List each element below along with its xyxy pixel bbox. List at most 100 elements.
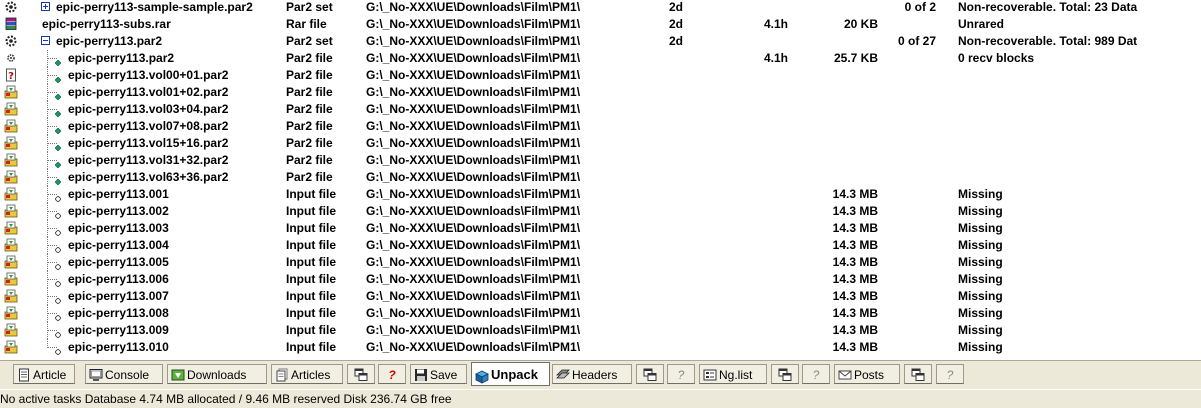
tab-headers[interactable]: Headers — [552, 364, 632, 384]
input-file-row[interactable]: epic-perry113.004 Input file G:\_No-XXX\UE… — [0, 237, 1201, 254]
file-size-cell: 14.3 MB — [832, 204, 878, 218]
tab-article[interactable]: Article — [13, 364, 75, 384]
status-cell — [958, 67, 1201, 84]
file-name-cell: epic-perry113.008 — [68, 306, 169, 320]
tab-cascade-windows[interactable] — [347, 364, 375, 384]
file-type-cell: Par2 file — [286, 102, 333, 116]
file-path-cell: G:\_No-XXX\UE\Downloads\Film\PM1\ — [366, 272, 581, 286]
input-file-row[interactable]: epic-perry113.002 Input file G:\_No-XXX\UE… — [0, 203, 1201, 220]
download-queue-icon — [4, 153, 18, 167]
cascade-windows-icon — [778, 368, 792, 381]
tab-label: Headers — [572, 368, 618, 382]
status-cell: Missing — [958, 289, 1003, 303]
input-file-row[interactable]: epic-perry113.003 Input file G:\_No-XXX\UE… — [0, 220, 1201, 237]
tab-cascade-windows[interactable] — [636, 364, 664, 384]
green-diamond-icon — [54, 55, 62, 67]
tab-help[interactable]: ? — [378, 364, 406, 384]
input-file-row[interactable]: epic-perry113.005 Input file G:\_No-XXX\UE… — [0, 254, 1201, 271]
file-path-cell: G:\_No-XXX\UE\Downloads\Film\PM1\ — [366, 221, 581, 235]
headers-icon — [556, 368, 570, 381]
par2-file-row[interactable]: epic-perry113.par2 Par2 file G:\_No-XXX\UE… — [0, 50, 1201, 67]
status-cell — [958, 84, 1201, 101]
expand-toggle-icon[interactable] — [41, 2, 50, 11]
tab-help[interactable]: ? — [936, 364, 964, 384]
par2-file-row[interactable]: epic-perry113.vol07+08.par2 Par2 file G:\_… — [0, 118, 1201, 135]
file-age-cell — [669, 254, 729, 271]
hollow-diamond-icon — [54, 191, 62, 203]
window-tab-bar: Article Console Downloads Articles? Save Unpa… — [0, 360, 1201, 389]
file-path-cell: G:\_No-XXX\UE\Downloads\Film\PM1\ — [366, 17, 581, 31]
file-name-cell: epic-perry113.009 — [68, 323, 169, 337]
input-file-row[interactable]: epic-perry113.010 Input file G:\_No-XXX\UE… — [0, 339, 1201, 356]
file-size-cell: 20 KB — [843, 17, 878, 31]
parts-cell — [880, 84, 936, 101]
tab-ng-list[interactable]: Ng.list — [699, 364, 767, 384]
page-question-icon: ? — [4, 68, 18, 82]
tab-help[interactable]: ? — [802, 364, 830, 384]
input-file-row[interactable]: epic-perry113.006 Input file G:\_No-XXX\UE… — [0, 271, 1201, 288]
par2-set-row[interactable]: epic-perry113.par2 Par2 set G:\_No-XXX\UE\… — [0, 33, 1201, 50]
par2-file-row[interactable]: epic-perry113.vol63+36.par2 Par2 file G:\_… — [0, 169, 1201, 186]
file-age-cell: 2d — [669, 17, 684, 31]
par2-set-row[interactable]: epic-perry113-sample-sample.par2 Par2 set… — [0, 0, 1201, 16]
status-bar: No active tasks Database 4.74 MB allocat… — [0, 390, 1201, 408]
par2-file-row[interactable]: epic-perry113.vol03+04.par2 Par2 file G:\_… — [0, 101, 1201, 118]
input-file-row[interactable]: epic-perry113.001 Input file G:\_No-XXX\UE… — [0, 186, 1201, 203]
tab-help[interactable]: ? — [667, 364, 695, 384]
tab-label: Unpack — [491, 367, 538, 382]
file-age-cell — [669, 84, 729, 101]
file-age-cell — [669, 203, 729, 220]
file-age-cell — [669, 288, 729, 305]
green-diamond-icon — [54, 89, 62, 101]
file-age-cell — [669, 305, 729, 322]
articles-icon — [275, 368, 288, 382]
parts-cell — [880, 152, 936, 169]
tab-console[interactable]: Console — [85, 364, 163, 384]
collapse-toggle-icon[interactable] — [41, 36, 50, 45]
input-file-row[interactable]: epic-perry113.007 Input file G:\_No-XXX\UE… — [0, 288, 1201, 305]
hollow-diamond-icon — [54, 327, 62, 339]
par2-file-row[interactable]: ? epic-perry113.vol00+01.par2 Par2 file G:\… — [0, 67, 1201, 84]
file-path-cell: G:\_No-XXX\UE\Downloads\Film\PM1\ — [366, 51, 581, 65]
tab-downloads[interactable]: Downloads — [167, 364, 267, 384]
file-name-cell: epic-perry113.par2 — [56, 34, 163, 48]
file-name-cell: epic-perry113.par2 — [68, 51, 175, 65]
tab-save[interactable]: Save — [410, 364, 467, 384]
download-queue-icon — [4, 306, 18, 320]
file-name-cell: epic-perry113.002 — [68, 204, 169, 218]
tab-cascade-windows[interactable] — [904, 364, 932, 384]
input-file-row[interactable]: epic-perry113.009 Input file G:\_No-XXX\UE… — [0, 322, 1201, 339]
status-cell: 0 recv blocks — [958, 51, 1035, 65]
par2-file-row[interactable]: epic-perry113.vol31+32.par2 Par2 file G:\_… — [0, 152, 1201, 169]
file-name-cell: epic-perry113.006 — [68, 272, 169, 286]
file-size-cell — [784, 33, 878, 50]
gear-icon — [4, 34, 18, 48]
file-size-cell: 14.3 MB — [832, 255, 878, 269]
file-type-cell: Input file — [286, 187, 336, 201]
rar-file-row[interactable]: epic-perry113-subs.rar Rar file G:\_No-XXX… — [0, 16, 1201, 33]
tab-unpack[interactable]: Unpack — [471, 362, 550, 386]
input-file-row[interactable]: epic-perry113.008 Input file G:\_No-XXX\UE… — [0, 305, 1201, 322]
status-cell — [958, 118, 1201, 135]
file-type-cell: Par2 file — [286, 119, 333, 133]
file-type-cell: Par2 set — [286, 34, 333, 48]
par2-file-row[interactable]: epic-perry113.vol15+16.par2 Par2 file G:\_… — [0, 135, 1201, 152]
file-age-cell — [669, 101, 729, 118]
parts-cell: 0 of 2 — [904, 0, 936, 14]
envelope-icon — [838, 368, 852, 381]
file-path-cell: G:\_No-XXX\UE\Downloads\Film\PM1\ — [366, 255, 581, 269]
file-size-cell: 14.3 MB — [832, 272, 878, 286]
tab-cascade-windows[interactable] — [771, 364, 799, 384]
file-name-cell: epic-perry113.005 — [68, 255, 169, 269]
file-age-cell — [669, 152, 729, 169]
tab-posts[interactable]: Posts — [834, 364, 900, 384]
tab-articles[interactable]: Articles — [271, 364, 343, 384]
par2-file-row[interactable]: epic-perry113.vol01+02.par2 Par2 file G:\_… — [0, 84, 1201, 101]
file-size-cell — [784, 101, 878, 118]
file-size-cell: 14.3 MB — [832, 289, 878, 303]
file-age-cell — [669, 322, 729, 339]
unpack-file-tree: epic-perry113-sample-sample.par2 Par2 set… — [0, 0, 1201, 358]
file-size-cell: 25.7 KB — [833, 51, 878, 65]
tab-label: Console — [105, 368, 150, 382]
file-name-cell: epic-perry113-sample-sample.par2 — [56, 0, 253, 14]
